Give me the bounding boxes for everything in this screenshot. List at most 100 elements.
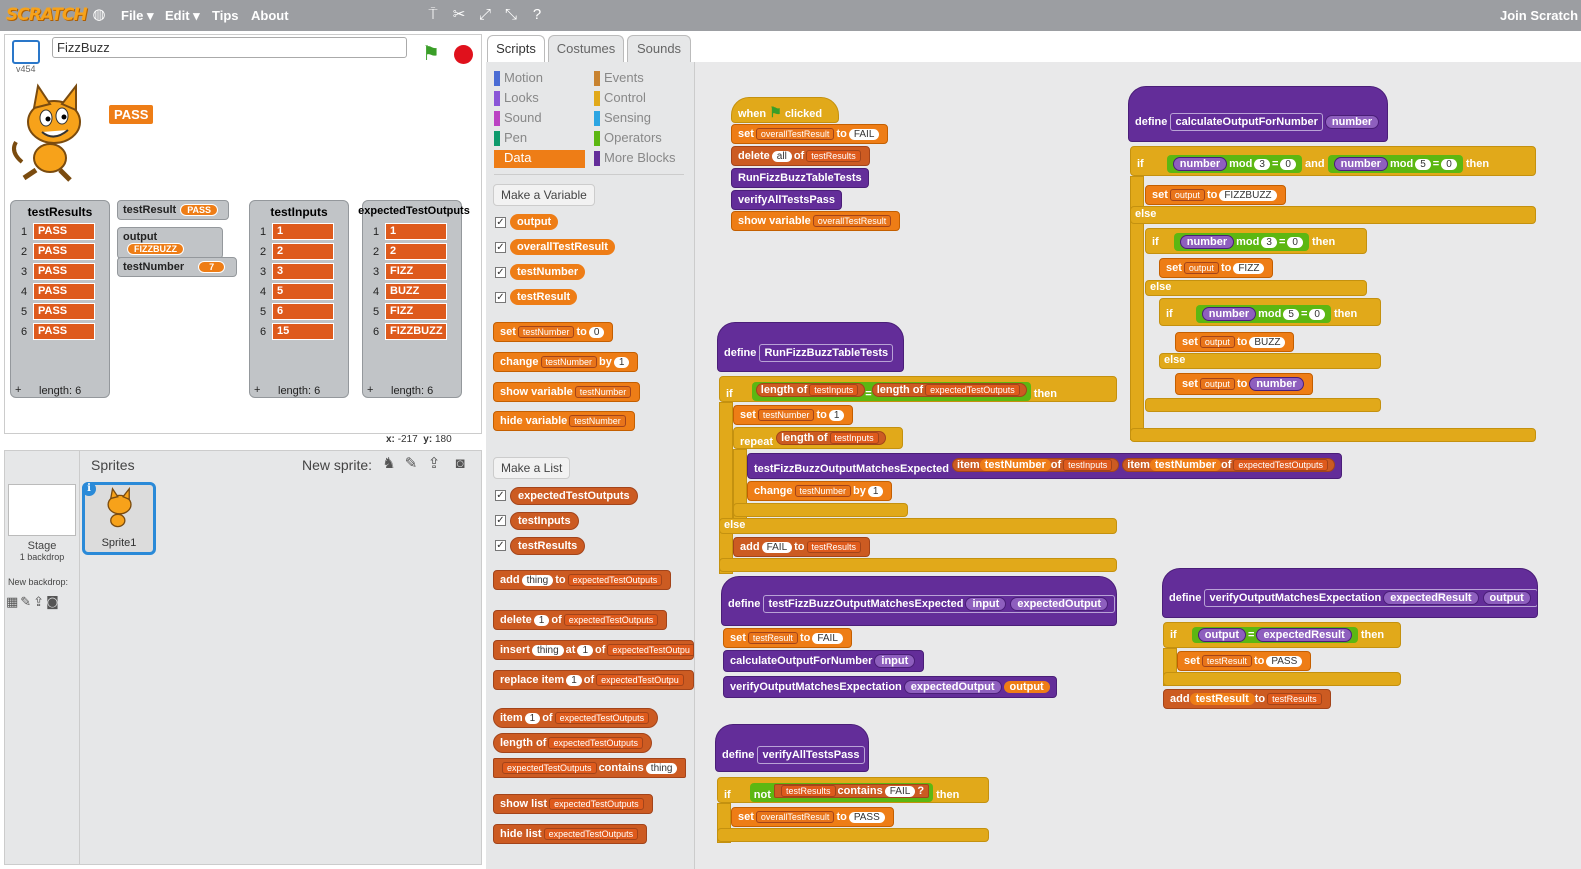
block-set-overall[interactable]: set overallTestResult to PASS <box>731 807 894 827</box>
grow-icon[interactable]: ⤢ <box>476 6 494 24</box>
backdrop-tools-icon[interactable]: ▦✎⇪◙ <box>6 595 61 610</box>
block-length-of-list[interactable]: length of expectedTestOutputs <box>493 733 652 753</box>
block-replace-item[interactable]: replace item 1 of expectedTestOutpu <box>493 670 694 690</box>
upload-icon[interactable]: ⇪ <box>425 455 443 473</box>
block-set-overall[interactable]: set overallTestResult to FAIL <box>731 124 889 144</box>
category-sound[interactable]: Sound <box>494 110 542 126</box>
block-call-runfizzbuzztabletests[interactable]: RunFizzBuzzTableTests <box>731 168 869 188</box>
paint-brush-icon[interactable]: ✎ <box>402 455 420 473</box>
block-when-flag-clicked[interactable]: when ⚑ clicked <box>731 97 839 123</box>
var-monitor-output[interactable]: outputFIZZBUZZ <box>117 227 223 259</box>
list-item[interactable]: PASS <box>33 303 95 320</box>
block-call-calculateoutput[interactable]: calculateOutputForNumber input <box>723 650 925 672</box>
reporter-testresults[interactable]: testResults <box>510 537 586 555</box>
stop-icon[interactable] <box>454 45 473 64</box>
list-item[interactable]: 1 <box>272 223 334 240</box>
checkbox[interactable]: ✓ <box>495 515 506 526</box>
list-item[interactable]: 2 <box>385 243 447 260</box>
block-show-variable[interactable]: show variable overallTestResult <box>731 211 901 231</box>
block-delete-all[interactable]: delete all of testResults <box>731 146 870 166</box>
list-item[interactable]: BUZZ <box>385 283 447 300</box>
shrink-icon[interactable]: ⤡ <box>502 6 520 24</box>
duplicate-icon[interactable]: ⍑ <box>424 6 442 24</box>
help-icon[interactable]: ? <box>528 6 546 24</box>
checkbox[interactable]: ✓ <box>495 217 506 228</box>
block-set-output[interactable]: set output to BUZZ <box>1175 332 1295 352</box>
list-item[interactable]: PASS <box>33 283 95 300</box>
tab-sounds[interactable]: Sounds <box>627 35 691 63</box>
reporter-output[interactable]: output <box>510 214 559 230</box>
block-insert-at-list[interactable]: insert thing at 1 of expectedTestOutpu <box>493 640 694 660</box>
category-pen[interactable]: Pen <box>494 130 527 146</box>
block-list-contains[interactable]: expectedTestOutputs contains thing <box>493 758 687 778</box>
block-delete-of-list[interactable]: delete 1 of expectedTestOutputs <box>493 610 668 630</box>
list-item[interactable]: PASS <box>33 223 95 240</box>
make-variable-button[interactable]: Make a Variable <box>493 184 595 206</box>
checkbox[interactable]: ✓ <box>495 540 506 551</box>
category-data[interactable]: Data <box>494 150 585 168</box>
block-item-of-list[interactable]: item 1 of expectedTestOutputs <box>493 708 659 728</box>
sprite-library-icon[interactable]: ♞ <box>380 455 398 473</box>
reporter-testresult[interactable]: testResult <box>510 289 578 305</box>
block-hide-list[interactable]: hide list expectedTestOutputs <box>493 824 648 844</box>
list-item[interactable]: PASS <box>33 263 95 280</box>
scratch-logo[interactable]: SCRATCH <box>6 5 88 25</box>
category-motion[interactable]: Motion <box>494 70 543 86</box>
reporter-testnumber[interactable]: testNumber <box>510 264 586 280</box>
block-add-to-list[interactable]: add thing to expectedTestOutputs <box>493 570 672 590</box>
block-set-testnumber[interactable]: set testNumber to 1 <box>733 405 854 425</box>
tab-costumes[interactable]: Costumes <box>548 35 624 63</box>
block-hide-variable[interactable]: hide variable testNumber <box>493 411 635 431</box>
block-show-list[interactable]: show list expectedTestOutputs <box>493 794 653 814</box>
tab-scripts[interactable]: Scripts <box>487 35 545 63</box>
block-set-output[interactable]: set output to FIZZBUZZ <box>1145 185 1286 205</box>
block-if-fizz[interactable]: if number mod 3 = 0 then <box>1145 228 1367 254</box>
block-define-calculateoutput[interactable]: define calculateOutputForNumber number <box>1128 86 1388 142</box>
tips-menu[interactable]: Tips <box>212 8 239 23</box>
green-flag-icon[interactable]: ⚑ <box>422 44 442 64</box>
info-icon[interactable]: i <box>82 482 96 496</box>
block-call-verifyoutput[interactable]: verifyOutputMatchesExpectation expectedOu… <box>723 676 1057 698</box>
block-change-var[interactable]: change testNumber by 1 <box>493 352 639 372</box>
join-scratch-link[interactable]: Join Scratch <box>1500 8 1578 23</box>
block-if-fizzbuzz[interactable]: if number mod 3 = 0 and number mod 5 = 0 then <box>1130 146 1536 176</box>
block-if-buzz[interactable]: if number mod 5 = 0 then <box>1159 298 1381 326</box>
reporter-overalltestresult[interactable]: overallTestResult <box>510 239 615 255</box>
globe-icon[interactable]: ◍ <box>90 6 108 24</box>
block-show-variable[interactable]: show variable testNumber <box>493 382 641 402</box>
checkbox[interactable]: ✓ <box>495 292 506 303</box>
block-add-testresult[interactable]: add testResult to testResults <box>1163 689 1331 709</box>
reporter-testinputs[interactable]: testInputs <box>510 512 579 530</box>
category-events[interactable]: Events <box>594 70 644 86</box>
block-define-verifyoutput[interactable]: define verifyOutputMatchesExpectation exp… <box>1162 568 1538 618</box>
block-set-output[interactable]: set output to FIZZ <box>1159 258 1274 278</box>
var-monitor-testresult[interactable]: testResult PASS <box>117 200 229 220</box>
category-control[interactable]: Control <box>594 90 646 106</box>
project-title-input[interactable]: FizzBuzz <box>52 37 407 58</box>
edit-menu[interactable]: Edit ▾ <box>165 8 200 24</box>
camera-icon[interactable]: ◙ <box>451 455 469 473</box>
category-looks[interactable]: Looks <box>494 90 539 106</box>
checkbox[interactable]: ✓ <box>495 490 506 501</box>
fullscreen-icon[interactable] <box>12 40 40 64</box>
checkbox[interactable]: ✓ <box>495 267 506 278</box>
make-list-button[interactable]: Make a List <box>493 457 571 479</box>
list-item[interactable]: 2 <box>272 243 334 260</box>
list-item[interactable]: 5 <box>272 283 334 300</box>
list-item[interactable]: 1 <box>385 223 447 240</box>
var-monitor-testnumber[interactable]: testNumber 7 <box>117 257 237 277</box>
block-define-runfizzbuzz[interactable]: define RunFizzBuzzTableTests <box>717 322 904 372</box>
list-item[interactable]: 3 <box>272 263 334 280</box>
block-call-testfizzbuzz[interactable]: testFizzBuzzOutputMatchesExpected item te… <box>747 453 1342 479</box>
cat-sprite[interactable] <box>10 82 100 182</box>
list-item[interactable]: 6 <box>272 303 334 320</box>
block-add-fail[interactable]: add FAIL to testResults <box>733 537 871 557</box>
list-item[interactable]: PASS <box>33 323 95 340</box>
list-monitor-expectedtestoutputs[interactable]: expectedTestOutputs 11 22 3 FIZZ 4 BUZZ 5F… <box>358 200 470 398</box>
block-set-testresult[interactable]: set testResult to FAIL <box>723 628 852 648</box>
block-repeat[interactable]: repeat length of testInputs <box>733 427 903 449</box>
category-sensing[interactable]: Sensing <box>594 110 651 126</box>
block-if-not-contains[interactable]: if not testResults contains FAIL? then <box>717 777 989 803</box>
block-set-var[interactable]: set testNumber to 0 <box>493 322 614 342</box>
list-monitor-testinputs[interactable]: testInputs 11 22 33 45 56 6 15 + length: … <box>249 200 349 398</box>
